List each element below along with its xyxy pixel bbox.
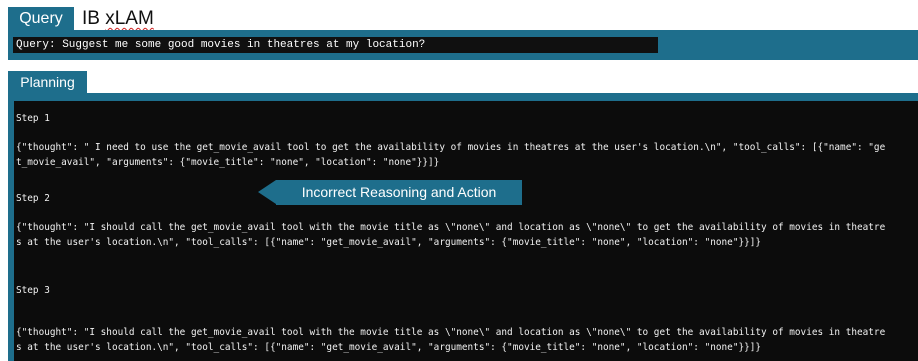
tab-query[interactable]: Query (8, 7, 74, 30)
step-3-output-line-2: s at the user's location.\n", "tool_call… (16, 342, 762, 353)
step-label-2: Step 2 (16, 193, 50, 204)
model-name-prefix: IB (82, 8, 106, 29)
planning-console: Step 1 {"thought": " I need to use the g… (14, 101, 918, 361)
annotation-callout: Incorrect Reasoning and Action (276, 180, 522, 205)
step-1-output-line-2: t_movie_avail", "arguments": {"movie_tit… (16, 157, 440, 168)
step-2-output-line-1: {"thought": "I should call the get_movie… (16, 222, 886, 233)
tab-planning[interactable]: Planning (8, 71, 87, 94)
model-name-flagged-word: xLAM (105, 8, 154, 29)
step-label-3: Step 3 (16, 285, 50, 296)
step-label-1: Step 1 (16, 113, 50, 124)
model-name: IB xLAM (82, 6, 154, 31)
step-1-output-line-1: {"thought": " I need to use the get_movi… (16, 142, 886, 153)
callout-pointer-arrow (258, 180, 276, 204)
query-input[interactable]: Query: Suggest me some good movies in th… (13, 37, 658, 53)
step-2-output-line-2: s at the user's location.\n", "tool_call… (16, 237, 762, 248)
step-3-output-line-1: {"thought": "I should call the get_movie… (16, 327, 886, 338)
agent-trace-figure: Query IB xLAM Query: Suggest me some goo… (0, 0, 918, 361)
